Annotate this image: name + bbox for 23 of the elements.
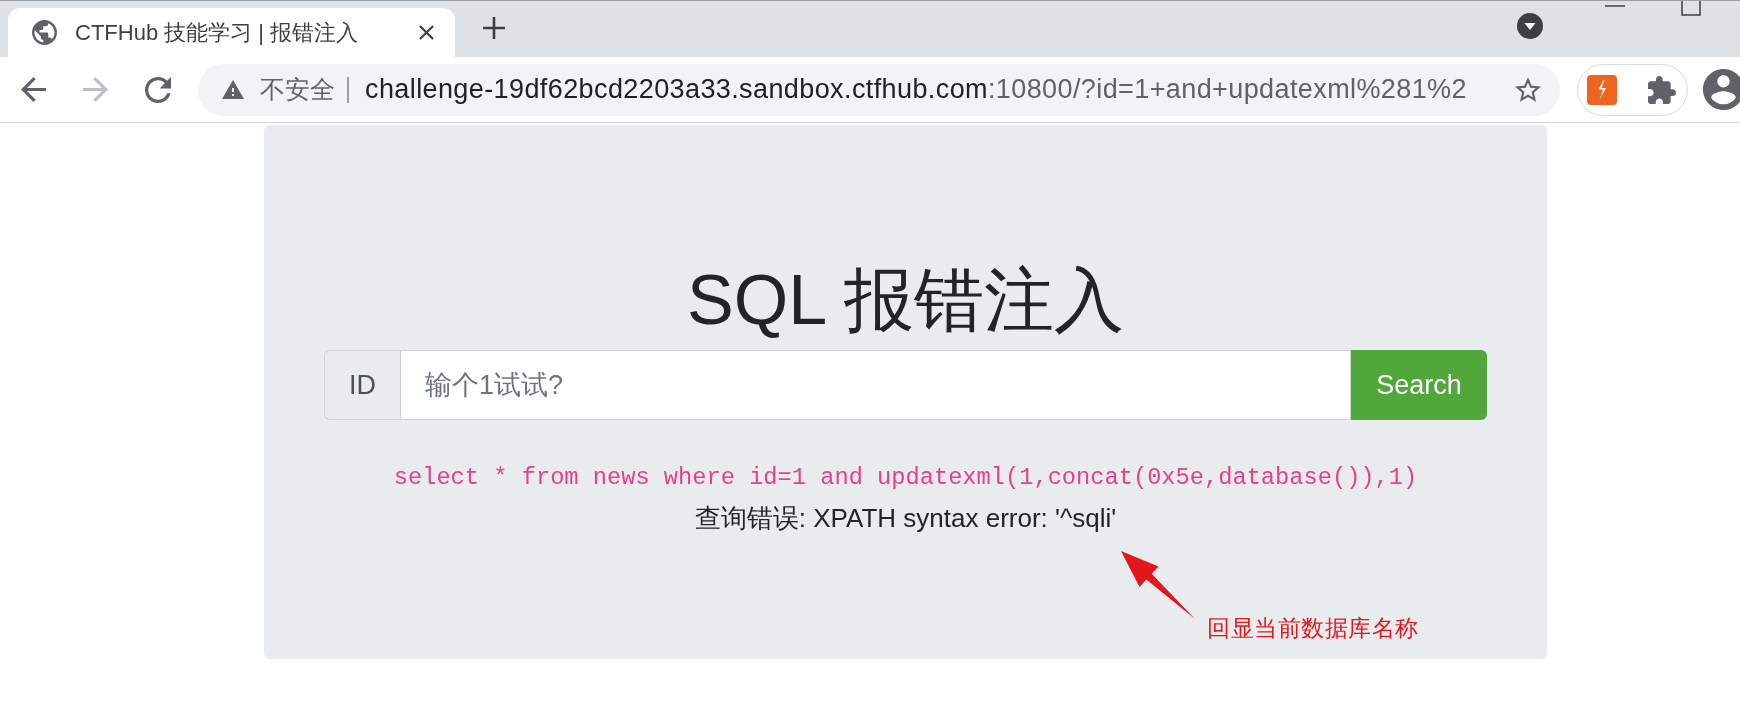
reload-icon[interactable] xyxy=(145,76,171,103)
error-message: 查询错误: XPATH syntax error: '^sqli' xyxy=(694,502,1117,535)
back-arrow-icon[interactable] xyxy=(21,77,46,102)
star-icon[interactable] xyxy=(1515,77,1541,102)
id-input-field[interactable]: 输个1试试? xyxy=(400,350,1351,420)
browser-tab[interactable]: CTFHub 技能学习 | 报错注入 xyxy=(8,8,455,57)
close-icon[interactable] xyxy=(419,25,434,40)
address-bar[interactable]: 不安全 challenge-19df62bcd2203a33.sandbox.ctfhub.com:10800/?id=1+and+updatexml%281%2 xyxy=(198,63,1560,116)
url-text: challenge-19df62bcd2203a33.sandbox.ctfhub.com:10800/?id=1+and+updatexml%281%2 xyxy=(365,74,1468,105)
tab-title: CTFHub 技能学习 | 报错注入 xyxy=(75,18,360,47)
avatar-icon[interactable] xyxy=(1703,69,1740,110)
security-label: 不安全 xyxy=(260,74,335,105)
globe-icon xyxy=(32,20,57,45)
puzzle-icon[interactable] xyxy=(1648,75,1676,104)
page-heading: SQL 报错注入 xyxy=(687,260,1124,341)
plus-icon[interactable] xyxy=(483,17,505,39)
warning-icon xyxy=(222,80,244,99)
lightning-icon[interactable] xyxy=(1587,74,1617,105)
dropdown-icon[interactable] xyxy=(1517,13,1543,39)
sql-query-text: select * from news where id=1 and updatexml(1,concat(0x5e,database()),1) xyxy=(393,463,1418,493)
maximize-icon[interactable] xyxy=(1681,1,1701,16)
id-label: ID xyxy=(324,350,400,420)
annotation-text: 回显当前数据库名称 xyxy=(1207,614,1419,643)
